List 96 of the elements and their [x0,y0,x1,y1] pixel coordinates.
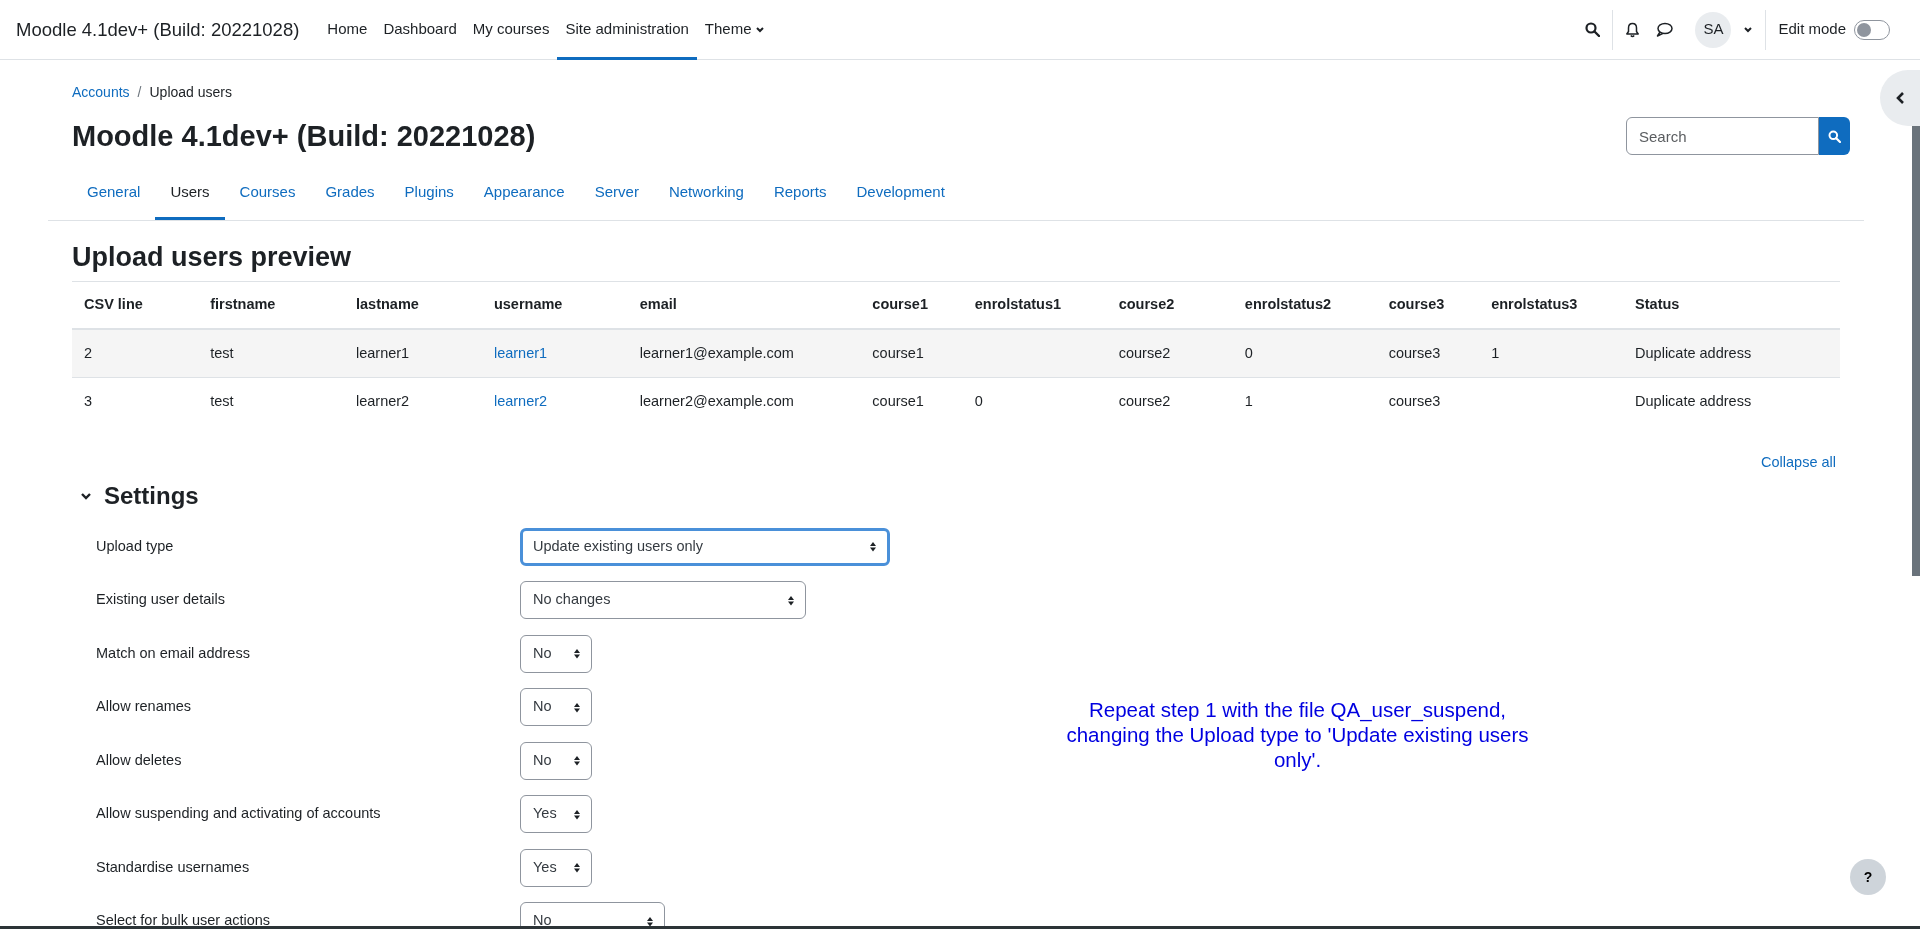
search-icon[interactable] [1585,22,1601,37]
field-label: Existing user details [96,590,226,610]
tab[interactable]: Development [841,167,960,220]
table-cell: course2 [1106,377,1233,427]
section-heading: Settings [104,480,199,511]
instruction-text: Repeat step 1 with the file QA_user_suspend, changing the Upload type to 'Update existing users only'. [1065,697,1530,772]
bell-icon[interactable] [1625,21,1641,38]
tab[interactable]: Users [155,167,225,220]
caret-icon[interactable] [1743,25,1754,34]
select-field[interactable]: No [520,741,592,780]
search-icon [1828,129,1842,143]
select-field[interactable]: Yes [520,848,592,887]
updown-arrow-icon [573,701,581,713]
breadcrumb-link[interactable]: Accounts [72,82,130,103]
tab[interactable]: Plugins [389,167,469,220]
column-header: lastname [343,281,482,329]
select-field[interactable]: Update existing users only [520,527,890,566]
table-cell: course1 [860,377,963,427]
updown-arrow-icon [646,915,654,927]
chevron-left-icon [1895,91,1905,105]
breadcrumb-current: Upload users [149,83,232,102]
tab[interactable]: Server [579,167,654,220]
updown-arrow-icon [573,808,581,820]
column-header: course3 [1376,281,1480,329]
column-header: firstname [198,281,344,329]
select-field[interactable]: No changes [520,581,806,620]
table-cell: learner2 [343,377,482,427]
tab[interactable]: Reports [758,167,842,220]
breadcrumb-separator: / [137,83,142,102]
column-header: enrolstatus2 [1232,281,1377,329]
tab[interactable]: Appearance [468,167,580,220]
nav-link[interactable]: Dashboard [375,0,465,60]
field-label: Allow renames [96,697,193,717]
field-label: Upload type [96,536,175,556]
tab[interactable]: Courses [224,167,311,220]
select-field[interactable]: Yes [520,795,592,834]
field-label: Match on email address [96,643,251,663]
column-header: email [627,281,861,329]
tab[interactable]: General [72,167,156,220]
nav-link[interactable]: Theme [696,0,773,60]
updown-arrow-icon [787,594,795,606]
column-header: enrolstatus1 [962,281,1107,329]
caret-icon [754,25,765,34]
table-cell: course3 [1376,328,1480,378]
field-label: Standardise usernames [96,857,251,877]
select-field[interactable]: No [520,634,592,673]
field-label: Allow suspending and activating of accounts [96,804,382,824]
table-cell: test [198,328,344,378]
collapse-all-link[interactable]: Collapse all [1761,452,1836,474]
site-name[interactable]: Moodle 4.1dev+ (Build: 20221028) [16,15,300,44]
updown-arrow-icon [573,648,581,660]
page-title: Moodle 4.1dev+ (Build: 20221028) [72,118,536,154]
table-cell: course2 [1106,328,1233,378]
updown-arrow-icon [869,541,877,553]
table-cell: 1 [1479,328,1624,378]
updown-arrow-icon [573,862,581,874]
table-cell: learner1 [343,328,482,378]
table-cell: learner1@example.com [627,328,861,378]
nav-link[interactable]: Home [319,0,376,60]
column-header: username [481,281,628,329]
username-link[interactable]: learner2 [493,393,548,410]
table-cell: 0 [962,377,1107,427]
user-avatar[interactable]: SA [1695,11,1732,48]
drawer-toggle[interactable] [1880,70,1920,126]
table-cell: 1 [1232,377,1377,427]
table-cell: Duplicate address [1623,377,1840,427]
section-heading: Upload users preview [72,240,353,273]
select-field[interactable]: No [520,688,592,727]
username-link[interactable]: learner1 [493,344,548,361]
nav-link[interactable]: My courses [464,0,558,60]
column-header: course1 [860,281,963,329]
table-cell: test [198,377,344,427]
field-label: Select for bulk user actions [96,911,272,929]
table-cell: 2 [72,328,199,378]
edit-mode-label: Edit mode [1778,19,1846,40]
table-cell: Duplicate address [1623,328,1840,378]
table-cell: course1 [860,328,963,378]
help-button[interactable]: ? [1850,859,1886,895]
column-header: Status [1623,281,1840,329]
column-header: course2 [1106,281,1233,329]
scrollbar-thumb[interactable] [1912,126,1920,576]
nav-link[interactable]: Site administration [557,0,697,60]
updown-arrow-icon [573,755,581,767]
tab[interactable]: Networking [653,167,759,220]
column-header: CSV line [72,281,199,329]
field-label: Allow deletes [96,750,183,770]
chat-bubble-icon[interactable] [1656,22,1674,37]
column-header: enrolstatus3 [1479,281,1624,329]
table-cell: course3 [1376,377,1480,427]
table-cell: 3 [72,377,199,427]
search-field[interactable]: Search [1626,117,1820,155]
tab[interactable]: Grades [310,167,390,220]
table-cell: 0 [1232,328,1377,378]
table-cell: learner2@example.com [627,377,861,427]
search-button[interactable] [1819,117,1850,155]
edit-mode-toggle[interactable] [1854,19,1890,40]
